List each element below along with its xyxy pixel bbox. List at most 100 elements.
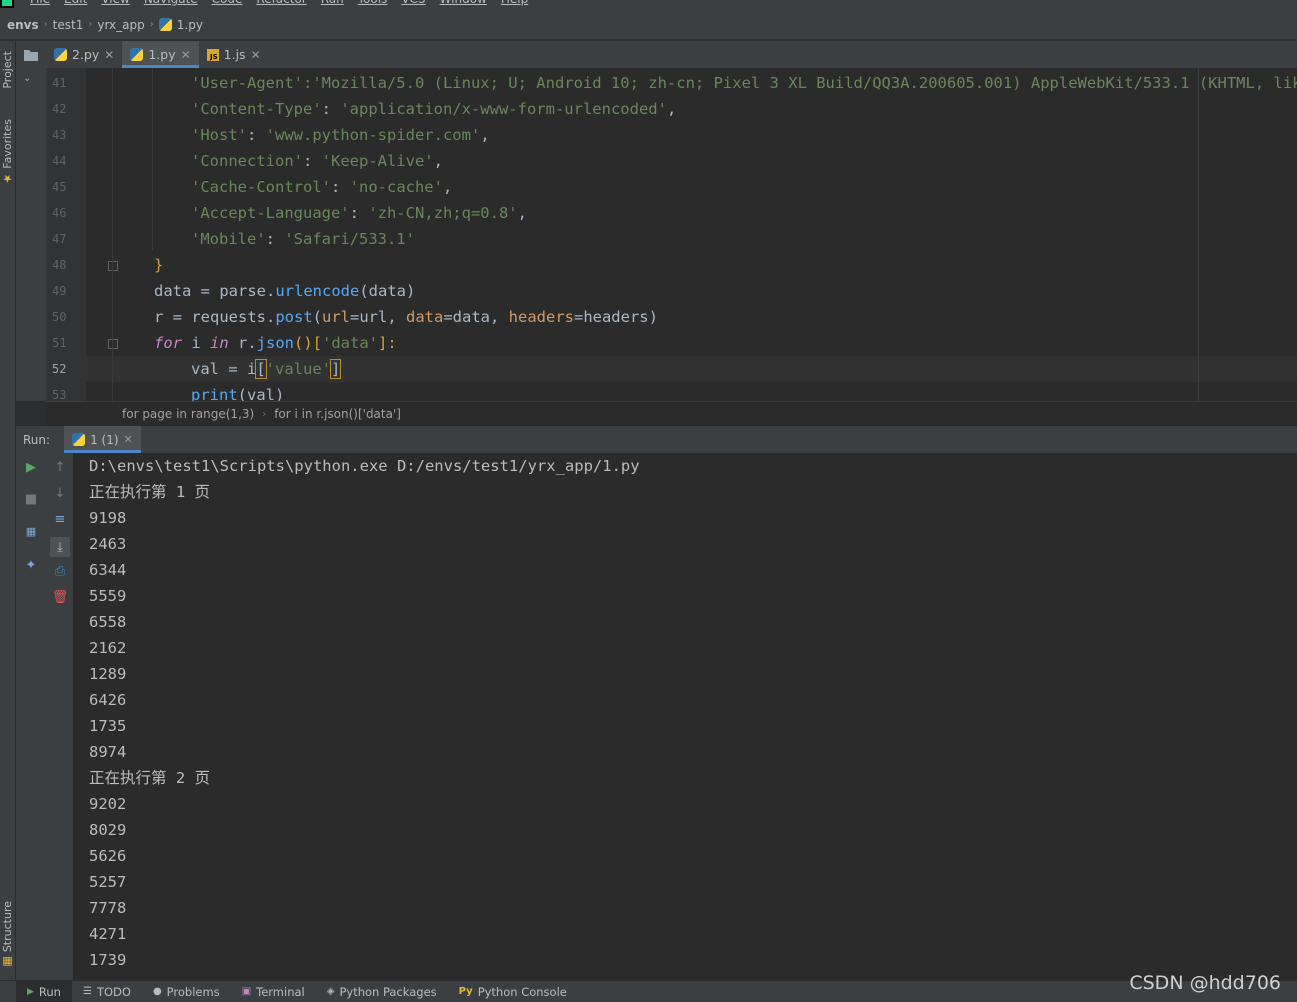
code-editor[interactable]: 41 42 43 44 45 46 47 48 49 50 51 52 53 '… xyxy=(46,68,1297,401)
code-text: ]: xyxy=(378,334,397,352)
menu-view[interactable]: View xyxy=(101,0,129,8)
breadcrumb-yrx-app[interactable]: yrx_app xyxy=(97,18,144,32)
terminal-tool-button[interactable]: ▣ Terminal xyxy=(231,981,316,1002)
structure-tool-button[interactable]: ▦ Structure xyxy=(1,901,14,969)
star-icon: ★ xyxy=(1,172,14,186)
tab-1-py[interactable]: 1.py ✕ xyxy=(122,41,199,68)
folder-icon[interactable] xyxy=(16,41,46,68)
tool-window-bar: ▶ Run ☰ TODO ● Problems ▣ Terminal ◈ Pyt… xyxy=(0,980,1297,1002)
breadcrumb-file[interactable]: 1.py xyxy=(177,18,203,32)
line-number: 42 xyxy=(52,102,67,116)
code-string: 'Content-Type' xyxy=(191,100,322,118)
close-icon[interactable]: ✕ xyxy=(181,48,191,62)
arrow-down-icon[interactable]: ↓ xyxy=(52,485,68,501)
menu-vcs[interactable]: VCS xyxy=(401,0,425,8)
run-config-tab[interactable]: 1 (1) ✕ xyxy=(64,426,141,453)
code-text: i xyxy=(182,334,210,352)
console-line: 正在执行第 2 页 xyxy=(89,769,210,787)
console-line: 8029 xyxy=(89,821,127,839)
code-keyword: for xyxy=(154,334,182,352)
menu-refactor[interactable]: Refactor xyxy=(256,0,306,8)
chevron-down-icon[interactable]: ⌄ xyxy=(23,73,31,84)
structure-crumb-for-page[interactable]: for page in range(1,3) xyxy=(122,407,254,421)
structure-crumb-for-i[interactable]: for i in r.json()['data'] xyxy=(274,407,401,421)
code-line-49: data = parse.urlencode(data) xyxy=(154,278,415,304)
scroll-to-end-icon[interactable]: ⤓ xyxy=(50,537,70,557)
code-line-46: 'Accept-Language': 'zh-CN,zh;q=0.8', xyxy=(191,204,527,222)
tab-1-js[interactable]: JS 1.js ✕ xyxy=(199,41,269,68)
console-line: 6558 xyxy=(89,613,127,631)
close-icon[interactable]: ✕ xyxy=(124,433,133,446)
menu-window[interactable]: Window xyxy=(440,0,487,8)
menu-code[interactable]: Code xyxy=(212,0,243,8)
problems-tool-button[interactable]: ● Problems xyxy=(142,981,231,1002)
menu-run[interactable]: Run xyxy=(321,0,344,8)
fold-marker-icon[interactable] xyxy=(108,261,118,271)
line-number: 48 xyxy=(52,258,67,272)
code-line-47: 'Mobile': 'Safari/533.1' xyxy=(191,230,415,248)
matched-bracket: ] xyxy=(329,359,342,379)
code-function: urlencode xyxy=(275,282,360,300)
print-icon[interactable]: ⎙ xyxy=(52,563,68,579)
code-text: ()[ xyxy=(294,334,322,352)
structure-icon: ▦ xyxy=(1,955,14,969)
layout-icon[interactable]: ▦ xyxy=(23,523,39,539)
line-number: 46 xyxy=(52,206,67,220)
python-console-tool-button[interactable]: Py Python Console xyxy=(448,981,578,1002)
python-packages-tool-button[interactable]: ◈ Python Packages xyxy=(316,981,448,1002)
favorites-tool-label: Favorites xyxy=(1,119,14,169)
pin-icon[interactable]: ✦ xyxy=(23,557,39,573)
code-line-44: 'Connection': 'Keep-Alive', xyxy=(191,152,443,170)
code-keyword: in xyxy=(210,334,229,352)
favorites-tool-button[interactable]: ★ Favorites xyxy=(1,119,14,185)
code-line-52: val = i['value'] xyxy=(191,356,342,382)
console-line: 8974 xyxy=(89,743,127,761)
console-line: 1289 xyxy=(89,665,127,683)
run-tool-button[interactable]: ▶ Run xyxy=(16,980,72,1002)
matched-bracket: [ xyxy=(255,359,267,379)
code-function: post xyxy=(275,308,313,326)
problems-tool-label: Problems xyxy=(166,984,220,999)
menu-file[interactable]: File xyxy=(30,0,50,8)
trash-icon[interactable]: 🗑 xyxy=(52,589,69,605)
console-line: 9202 xyxy=(89,795,127,813)
indent-guide xyxy=(152,68,153,250)
code-string: 'application/x-www-form-urlencoded' xyxy=(340,100,667,118)
rerun-icon[interactable]: ▶ xyxy=(23,459,39,475)
arrow-up-icon[interactable]: ↑ xyxy=(52,459,68,475)
line-number: 53 xyxy=(52,388,67,401)
code-brace: } xyxy=(154,256,164,274)
fold-marker-icon[interactable] xyxy=(108,339,118,349)
close-icon[interactable]: ✕ xyxy=(104,48,114,62)
python-file-icon xyxy=(158,18,172,31)
menu-navigate[interactable]: Navigate xyxy=(144,0,198,8)
code-text: ( xyxy=(312,308,322,326)
python-console-icon: Py xyxy=(458,986,473,997)
breadcrumb-test1[interactable]: test1 xyxy=(53,18,84,32)
project-tool-button[interactable]: Project xyxy=(1,51,14,89)
breadcrumb-envs[interactable]: envs xyxy=(7,18,39,32)
menu-edit[interactable]: Edit xyxy=(64,0,87,8)
console-line: 正在执行第 1 页 xyxy=(89,483,210,501)
console-line: 7778 xyxy=(89,899,127,917)
stop-icon[interactable]: ■ xyxy=(23,491,39,507)
python-console-tool-label: Python Console xyxy=(477,984,567,999)
code-text: (data) xyxy=(359,282,416,300)
soft-wrap-icon[interactable]: ≡ xyxy=(52,511,68,527)
todo-icon: ☰ xyxy=(82,986,92,997)
code-text: data = parse. xyxy=(154,282,276,300)
code-string: 'Mobile' xyxy=(191,230,266,248)
menu-tools[interactable]: Tools xyxy=(358,0,388,8)
run-tool-label: Run xyxy=(38,984,61,999)
menu-help[interactable]: Help xyxy=(501,0,528,8)
line-number: 44 xyxy=(52,154,67,168)
todo-tool-button[interactable]: ☰ TODO xyxy=(72,981,142,1002)
run-console-output[interactable]: D:\envs\test1\Scripts\python.exe D:/envs… xyxy=(74,453,1297,980)
todo-tool-label: TODO xyxy=(96,984,131,999)
tab-2-py[interactable]: 2.py ✕ xyxy=(46,41,122,68)
code-string: 'no-cache' xyxy=(349,178,443,196)
pycharm-logo-icon xyxy=(0,0,14,8)
close-icon[interactable]: ✕ xyxy=(251,48,261,62)
code-string: 'Accept-Language' xyxy=(191,204,350,222)
run-toolbar-primary: ▶ ■ ▦ ✦ xyxy=(16,453,46,980)
